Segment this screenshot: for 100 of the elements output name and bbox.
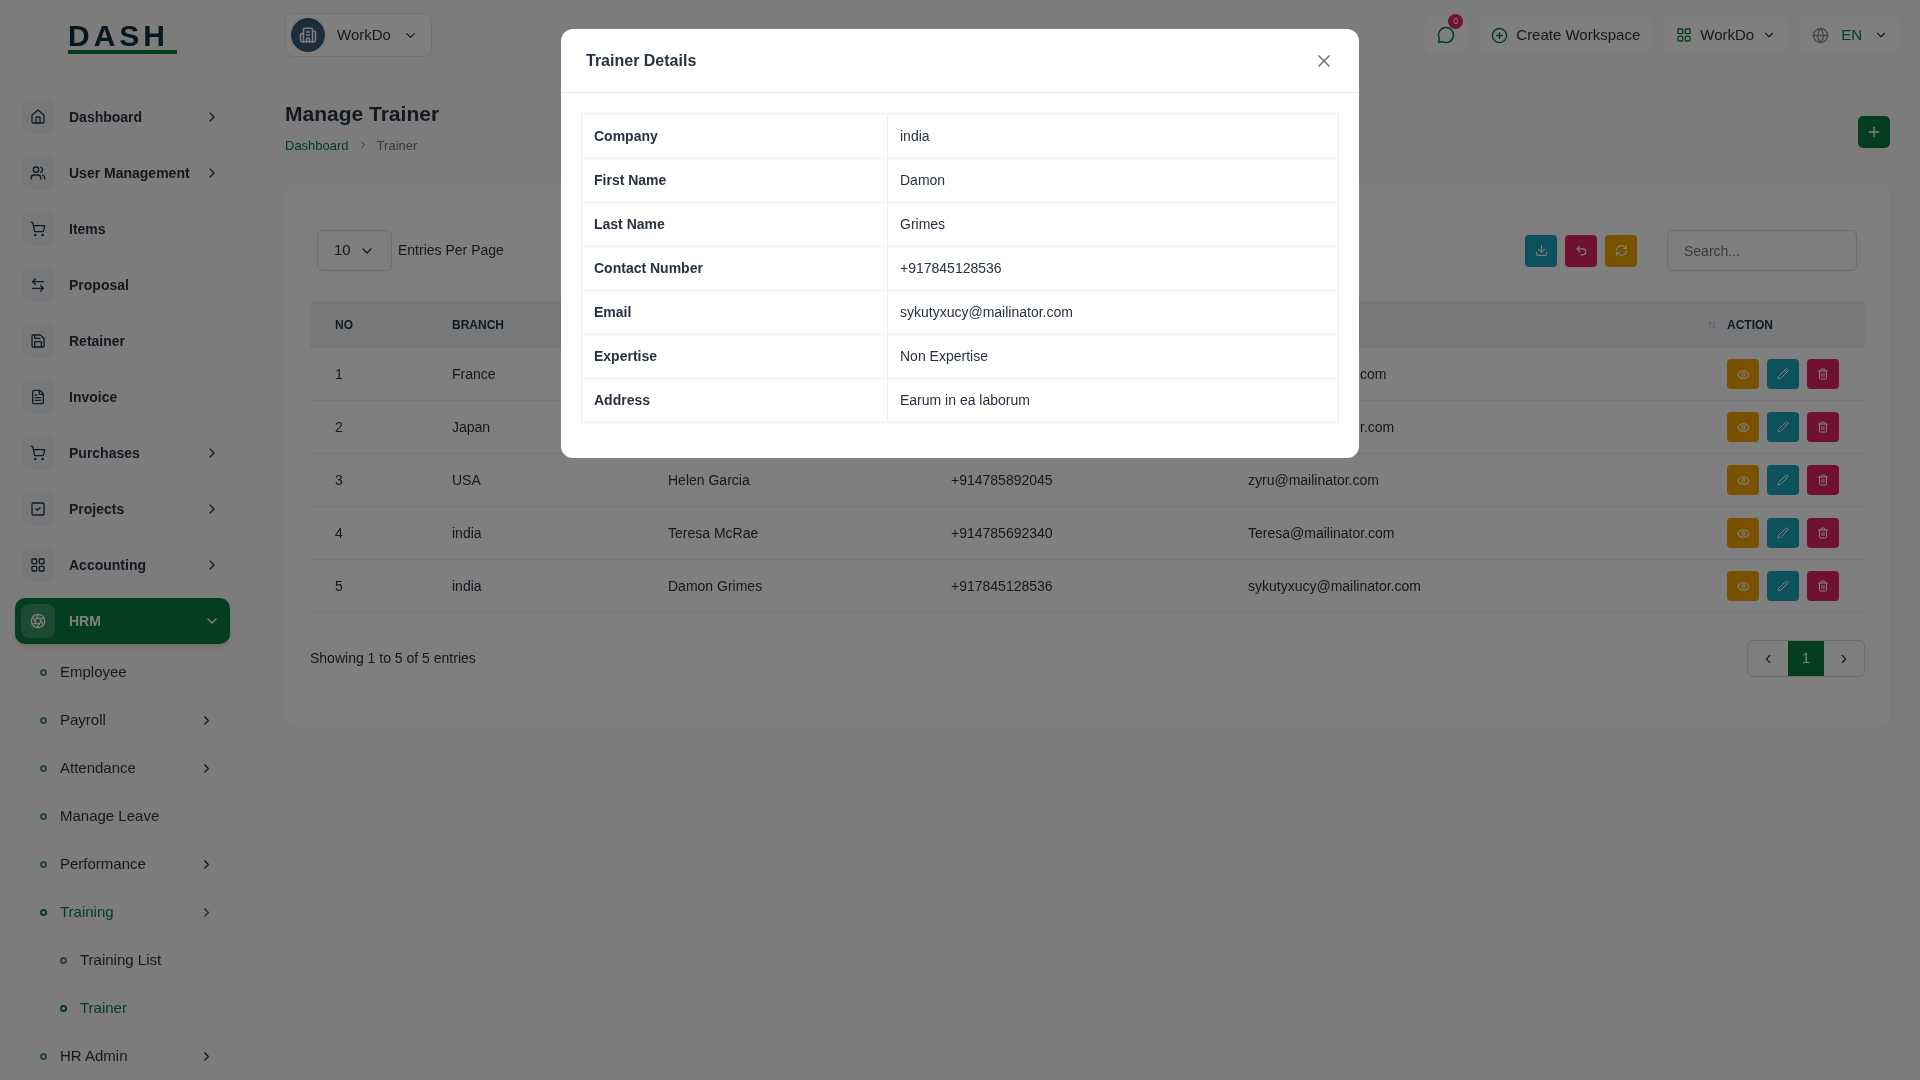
home-icon xyxy=(30,109,46,125)
edit-button[interactable] xyxy=(1767,359,1799,389)
grid-icon xyxy=(30,557,46,573)
aperture-icon xyxy=(30,613,46,629)
workspace-dropdown[interactable]: WorkDo xyxy=(285,13,432,57)
detail-label: Contact Number xyxy=(594,259,703,278)
delete-button[interactable] xyxy=(1807,465,1839,495)
table-cell: Teresa@mailinator.com xyxy=(1248,524,1395,541)
submenu-item[interactable]: Training List xyxy=(15,936,230,984)
detail-label: Company xyxy=(594,126,658,146)
bullet-icon xyxy=(40,668,47,676)
view-button[interactable] xyxy=(1727,571,1759,601)
sidebar-item[interactable]: Proposal xyxy=(15,262,230,308)
notification-badge: 0 xyxy=(1448,14,1464,29)
table-cell: +914785692340 xyxy=(951,524,1053,541)
plus-circle-icon xyxy=(1491,26,1509,44)
page-title: Manage Trainer xyxy=(285,101,440,127)
delete-button[interactable] xyxy=(1807,518,1839,548)
trash-icon xyxy=(1817,368,1829,380)
submenu-item[interactable]: Employee xyxy=(15,648,230,696)
detail-value: Grimes xyxy=(900,215,946,234)
bullet-icon xyxy=(40,1052,47,1060)
search-field[interactable]: Search... xyxy=(1667,230,1857,271)
submenu-item[interactable]: Training xyxy=(15,888,230,936)
grid-icon xyxy=(1676,27,1693,43)
submenu-item[interactable]: Payroll xyxy=(15,696,230,744)
sidebar-item[interactable]: User Management xyxy=(15,150,230,196)
refresh-button[interactable] xyxy=(1605,234,1637,267)
building-icon xyxy=(299,26,317,44)
plus-icon xyxy=(1866,124,1882,140)
table-cell: Helen Garcia xyxy=(668,471,750,488)
table-cell: 4 xyxy=(335,524,343,541)
submenu-item[interactable]: Performance xyxy=(15,840,230,888)
column-header: BRANCH xyxy=(452,316,504,334)
detail-value: Damon xyxy=(900,171,946,190)
cart-icon xyxy=(30,221,46,237)
table-cell: zyru@mailinator.com xyxy=(1248,471,1379,488)
sidebar-item[interactable]: Accounting xyxy=(15,542,230,588)
add-button[interactable] xyxy=(1858,116,1890,148)
chat-icon xyxy=(1437,26,1456,44)
pencil-icon xyxy=(1777,474,1789,486)
sidebar-item[interactable]: Items xyxy=(15,206,230,252)
sidebar-item[interactable]: HRM xyxy=(15,598,230,644)
bullet-icon xyxy=(40,908,47,916)
edit-button[interactable] xyxy=(1767,465,1799,495)
download-button[interactable] xyxy=(1525,234,1557,267)
submenu-item[interactable]: Manage Leave xyxy=(15,792,230,840)
sidebar-item[interactable]: Retainer xyxy=(15,318,230,364)
sidebar-item[interactable]: Purchases xyxy=(15,430,230,476)
delete-button[interactable] xyxy=(1807,359,1839,389)
view-button[interactable] xyxy=(1727,412,1759,442)
bullet-icon xyxy=(60,956,67,964)
detail-label: Last Name xyxy=(594,215,665,234)
entries-info: Showing 1 to 5 of 5 entries xyxy=(310,649,476,668)
bullet-icon xyxy=(40,860,47,868)
detail-label: Email xyxy=(594,303,632,322)
table-cell: com xyxy=(1360,365,1387,382)
cart-icon xyxy=(30,445,46,461)
detail-value: Earum in ea laborum xyxy=(900,391,1030,410)
table-cell: r.com xyxy=(1360,418,1395,435)
sort-icon xyxy=(1707,319,1717,330)
edit-button[interactable] xyxy=(1767,412,1799,442)
table-cell: 1 xyxy=(335,365,343,382)
submenu-item[interactable]: Attendance xyxy=(15,744,230,792)
file-icon xyxy=(30,389,46,405)
entries-select[interactable]: 10 xyxy=(317,230,392,271)
view-button[interactable] xyxy=(1727,465,1759,495)
bullet-icon xyxy=(40,716,47,724)
globe-icon xyxy=(1812,26,1830,44)
refresh-icon xyxy=(1614,244,1628,257)
detail-value: sykutyxucy@mailinator.com xyxy=(900,303,1073,322)
edit-button[interactable] xyxy=(1767,571,1799,601)
undo-icon xyxy=(1574,244,1588,257)
sidebar-item[interactable]: Projects xyxy=(15,486,230,532)
entries-label: Entries Per Page xyxy=(398,241,504,260)
pencil-icon xyxy=(1777,527,1789,539)
table-cell: Damon Grimes xyxy=(668,577,763,594)
table-cell: india xyxy=(452,577,482,594)
delete-button[interactable] xyxy=(1807,571,1839,601)
pencil-icon xyxy=(1777,421,1789,433)
sidebar-item[interactable]: Invoice xyxy=(15,374,230,420)
eye-icon xyxy=(1736,526,1750,540)
table-cell: Teresa McRae xyxy=(668,524,759,541)
undo-button[interactable] xyxy=(1565,234,1597,267)
column-header: NO xyxy=(335,316,353,334)
breadcrumb-link[interactable]: Dashboard xyxy=(285,135,349,155)
view-button[interactable] xyxy=(1727,518,1759,548)
table-cell: +917845128536 xyxy=(951,577,1053,594)
table-cell: +914785892045 xyxy=(951,471,1053,488)
submenu-item[interactable]: Trainer xyxy=(15,984,230,1032)
page-button[interactable]: 1 xyxy=(1788,641,1824,676)
trash-icon xyxy=(1817,474,1829,486)
save-icon xyxy=(30,333,46,349)
edit-button[interactable] xyxy=(1767,518,1799,548)
table-cell: 2 xyxy=(335,418,343,435)
view-button[interactable] xyxy=(1727,359,1759,389)
delete-button[interactable] xyxy=(1807,412,1839,442)
pencil-icon xyxy=(1777,580,1789,592)
sidebar-item[interactable]: Dashboard xyxy=(15,94,230,140)
submenu-item[interactable]: HR Admin xyxy=(15,1032,230,1080)
